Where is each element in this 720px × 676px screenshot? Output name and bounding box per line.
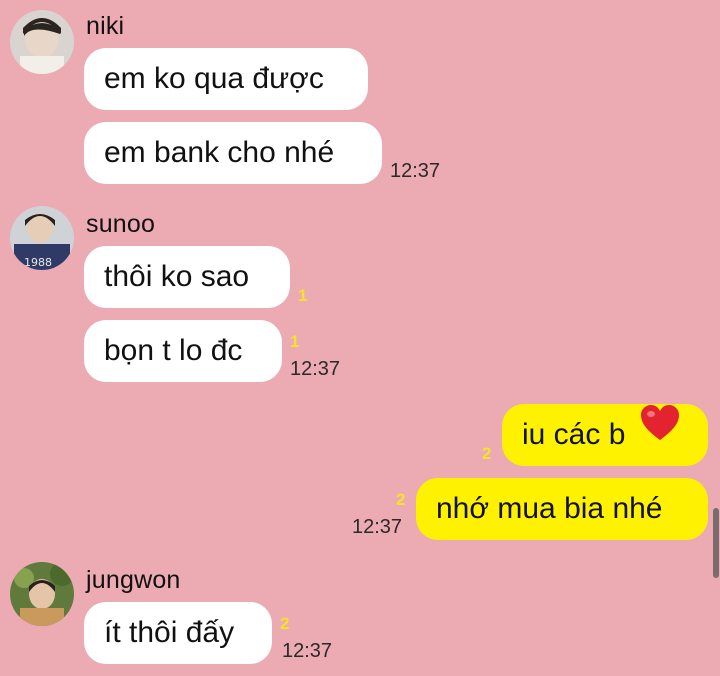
- scrollbar[interactable]: [713, 508, 719, 578]
- unread-count: 2: [396, 490, 406, 509]
- message-bubble[interactable]: bọn t lo đc: [84, 320, 282, 382]
- sender-name-niki: niki: [86, 12, 125, 40]
- message-bubble[interactable]: em bank cho nhé: [84, 122, 382, 184]
- my-message-bubble[interactable]: iu các b: [502, 404, 708, 466]
- unread-count: 2: [280, 614, 290, 633]
- svg-text:1988: 1988: [24, 256, 52, 269]
- message-timestamp: 12:37: [282, 640, 333, 662]
- message-text: iu các b: [522, 418, 626, 451]
- message-bubble[interactable]: em ko qua được: [84, 48, 368, 110]
- message-timestamp: 12:37: [390, 160, 441, 182]
- avatar-niki[interactable]: [10, 10, 74, 74]
- my-message-bubble[interactable]: nhớ mua bia nhé: [416, 478, 708, 540]
- avatar-jungwon[interactable]: [10, 562, 74, 626]
- message-timestamp: 12:37: [352, 516, 403, 538]
- message-bubble[interactable]: ít thôi đấy: [84, 602, 272, 664]
- heart-icon: [640, 402, 680, 464]
- avatar-sunoo[interactable]: 1988: [10, 206, 74, 270]
- sender-name-jungwon: jungwon: [86, 566, 181, 594]
- message-timestamp: 12:37: [290, 358, 341, 380]
- unread-count: 1: [298, 286, 308, 305]
- unread-count: 1: [290, 332, 300, 351]
- sender-name-sunoo: sunoo: [86, 210, 156, 238]
- unread-count: 2: [482, 444, 492, 463]
- message-bubble[interactable]: thôi ko sao: [84, 246, 290, 308]
